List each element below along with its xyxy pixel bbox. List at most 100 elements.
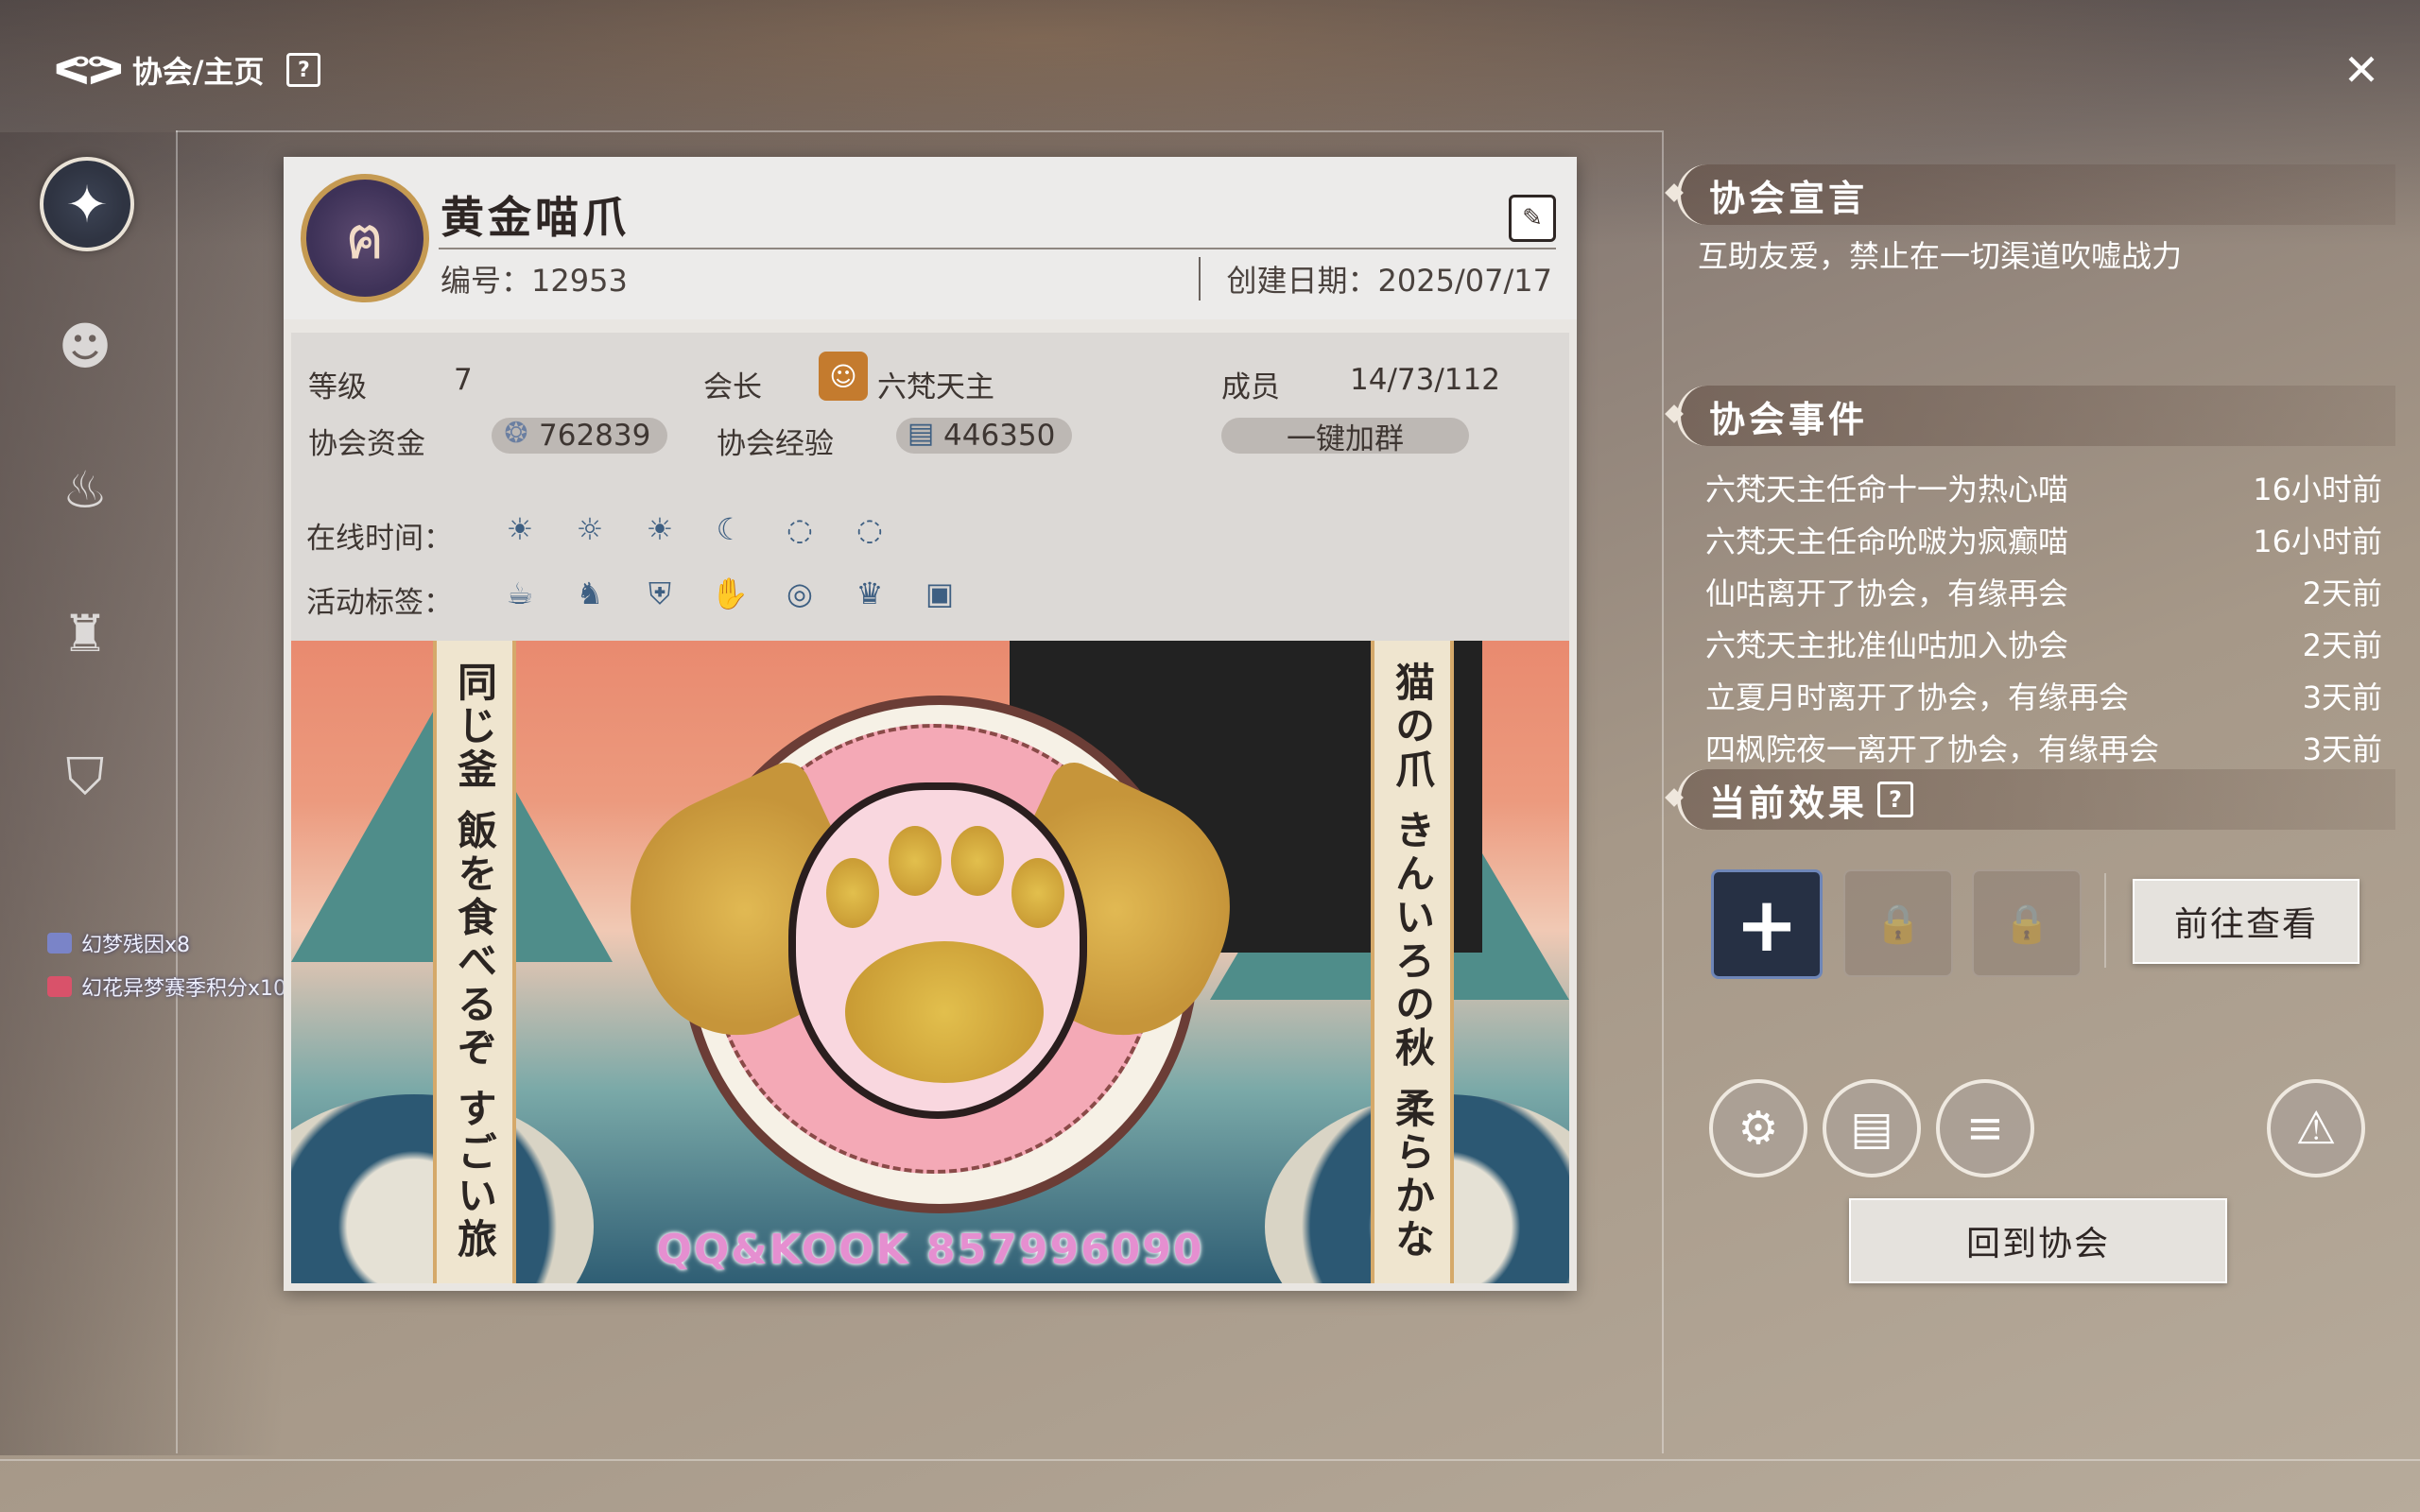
event-text: 立夏月时离开了协会，有缘再会 (1705, 679, 2130, 715)
declaration-title: 协会宣言 (1709, 177, 1869, 219)
section-marker (1665, 788, 1684, 807)
guild-icon: ✦ (65, 174, 109, 234)
activity-tags-label: 活动标签： (306, 586, 453, 620)
top-bar: ᕙᕗ 协会/主页 ? (53, 42, 321, 98)
activity-tag-icons: ☕ ♞ ⛨ ✋ ◎ ♛ ▣ (501, 575, 959, 612)
help-icon[interactable]: ? (1877, 782, 1914, 817)
coffee-icon: ☕ (506, 576, 534, 611)
guild-name: 黄金喵爪 (441, 192, 630, 243)
event-time: 3天前 (2302, 730, 2382, 767)
list-icon: ≡ (1965, 1102, 2005, 1155)
reward-label: 幻梦残因x8 (81, 934, 191, 957)
members-value: 14/73/112 (1350, 363, 1500, 397)
declaration-text: 互助友爱，禁止在一切渠道吹嘘战力 (1698, 238, 2183, 274)
nav-members[interactable]: ☻ (40, 301, 130, 391)
dream-residue-icon (47, 933, 72, 954)
leader-name[interactable]: 六梵天主 (877, 363, 994, 405)
exp-pill: ▤ 446350 (896, 417, 1073, 454)
reward-item: 幻花异梦赛季积分x100 (47, 971, 300, 1002)
cat-face-icon: ฅ (345, 203, 385, 272)
guild-banner: 同じ釜 飯を食べるぞ すごい旅 猫の爪 きんいろの秋 柔らかな QQ&KOOK … (291, 641, 1569, 1283)
leader-label: 会长 (703, 370, 762, 404)
crown-icon: ♛ (856, 576, 884, 611)
sunset-icon: ☀ (646, 511, 674, 547)
event-text: 仙咕离开了协会，有缘再会 (1705, 575, 2069, 611)
event-row: 六梵天主任命十一为热心喵 16小时前 (1705, 461, 2382, 513)
handshake-icon: ✋ (711, 576, 749, 611)
events-header: 协会事件 (1665, 386, 2395, 446)
divider (439, 248, 1556, 249)
events-title: 协会事件 (1709, 398, 1869, 440)
effect-slot-locked: 🔒 (1843, 869, 1953, 977)
sunrise-icon: ☀ (506, 511, 534, 547)
effects-header: 当前效果 ? (1665, 769, 2395, 830)
dots-circle-outline-icon: ◌ (856, 511, 883, 547)
event-row: 立夏月时离开了协会，有缘再会 3天前 (1705, 669, 2382, 721)
join-group-button[interactable]: 一键加群 (1221, 418, 1469, 456)
edit-button[interactable]: ✎ (1509, 195, 1556, 242)
nav-activities[interactable]: ♨ (40, 444, 130, 535)
exp-value: 446350 (943, 419, 1056, 453)
divider (2104, 873, 2106, 968)
event-time: 3天前 (2302, 679, 2382, 715)
sun-icon: ☼ (576, 511, 604, 547)
season-points-icon (47, 976, 72, 997)
event-time: 16小时前 (2253, 523, 2382, 559)
event-row: 四枫院夜一离开了协会，有缘再会 3天前 (1705, 721, 2382, 773)
guild-emblem: ฅ (301, 174, 429, 302)
document-icon: ▤ (1850, 1102, 1893, 1155)
plus-icon: + (1735, 880, 1799, 969)
divider (1662, 130, 1664, 1453)
lock-icon: 🔒 (2003, 902, 2050, 946)
leader-avatar[interactable]: ☺ (819, 352, 868, 401)
banner-contact: QQ&KOOK 857996090 (656, 1226, 1204, 1274)
paw-toe (951, 826, 1004, 896)
guild-created-date: 创建日期：2025/07/17 (1198, 257, 1552, 301)
event-text: 六梵天主任命十一为热心喵 (1705, 471, 2069, 507)
level-label: 等级 (308, 370, 367, 404)
nav-guild-home[interactable]: ✦ (40, 157, 134, 251)
shield-icon: ⛉ (65, 747, 105, 806)
event-row: 仙咕离开了协会，有缘再会 2天前 (1705, 565, 2382, 617)
book-icon: ▤ (907, 416, 935, 450)
paw-toe (826, 858, 879, 928)
level-value: 7 (454, 363, 473, 397)
event-time: 2天前 (2302, 627, 2382, 663)
guild-settings-button[interactable]: ⚙ (1709, 1079, 1807, 1177)
dots-circle-icon: ◌ (786, 511, 813, 547)
nav-base[interactable]: ♜ (40, 588, 130, 679)
report-button[interactable]: ⚠ (2267, 1079, 2365, 1177)
event-text: 六梵天主任命吮啵为疯癫喵 (1705, 523, 2069, 559)
breadcrumb: 协会/主页 (131, 54, 265, 90)
guild-id: 编号：12953 (441, 263, 628, 299)
reward-label: 幻花异梦赛季积分x100 (81, 977, 301, 1001)
guild-card: ฅ 黄金喵爪 ✎ 编号：12953 创建日期：2025/07/17 等级 7 会… (284, 157, 1577, 1291)
exp-label: 协会经验 (717, 427, 834, 461)
funds-pill: ❂ 762839 (492, 417, 668, 454)
events-list[interactable]: 六梵天主任命十一为热心喵 16小时前 六梵天主任命吮啵为疯癫喵 16小时前 仙咕离开… (1705, 461, 2382, 773)
castle-icon: ♜ (61, 603, 109, 663)
lock-icon: 🔒 (1875, 902, 1922, 946)
nav-shield[interactable]: ⛉ (40, 731, 130, 822)
card-icon: ▣ (925, 576, 955, 611)
sword-shield-icon: ⛨ (648, 575, 671, 611)
back-to-guild-button[interactable]: 回到协会 (1849, 1198, 2227, 1283)
funds-value: 762839 (539, 419, 651, 453)
guild-info-button[interactable]: ▤ (1823, 1079, 1921, 1177)
effect-slot-locked: 🔒 (1972, 869, 2082, 977)
declaration-header: 协会宣言 (1665, 164, 2395, 225)
guild-list-button[interactable]: ≡ (1936, 1079, 2034, 1177)
warning-icon: ⚠ (2295, 1102, 2337, 1155)
guild-settings-icon: ⚙ (1737, 1102, 1779, 1155)
view-effects-button[interactable]: 前往查看 (2133, 879, 2360, 964)
online-time-icons: ☀ ☼ ☀ ☾ ◌ ◌ (501, 510, 889, 548)
close-icon[interactable]: ✕ (2333, 42, 2390, 98)
reward-item: 幻梦残因x8 (47, 928, 190, 958)
add-effect-button[interactable]: + (1711, 869, 1823, 979)
help-icon[interactable]: ? (286, 53, 321, 87)
funds-label: 协会资金 (308, 427, 425, 461)
event-time: 2天前 (2302, 575, 2382, 611)
event-time: 16小时前 (2253, 471, 2382, 507)
guild-header: ฅ 黄金喵爪 ✎ 编号：12953 创建日期：2025/07/17 (284, 157, 1577, 319)
paw-pad (845, 941, 1044, 1083)
